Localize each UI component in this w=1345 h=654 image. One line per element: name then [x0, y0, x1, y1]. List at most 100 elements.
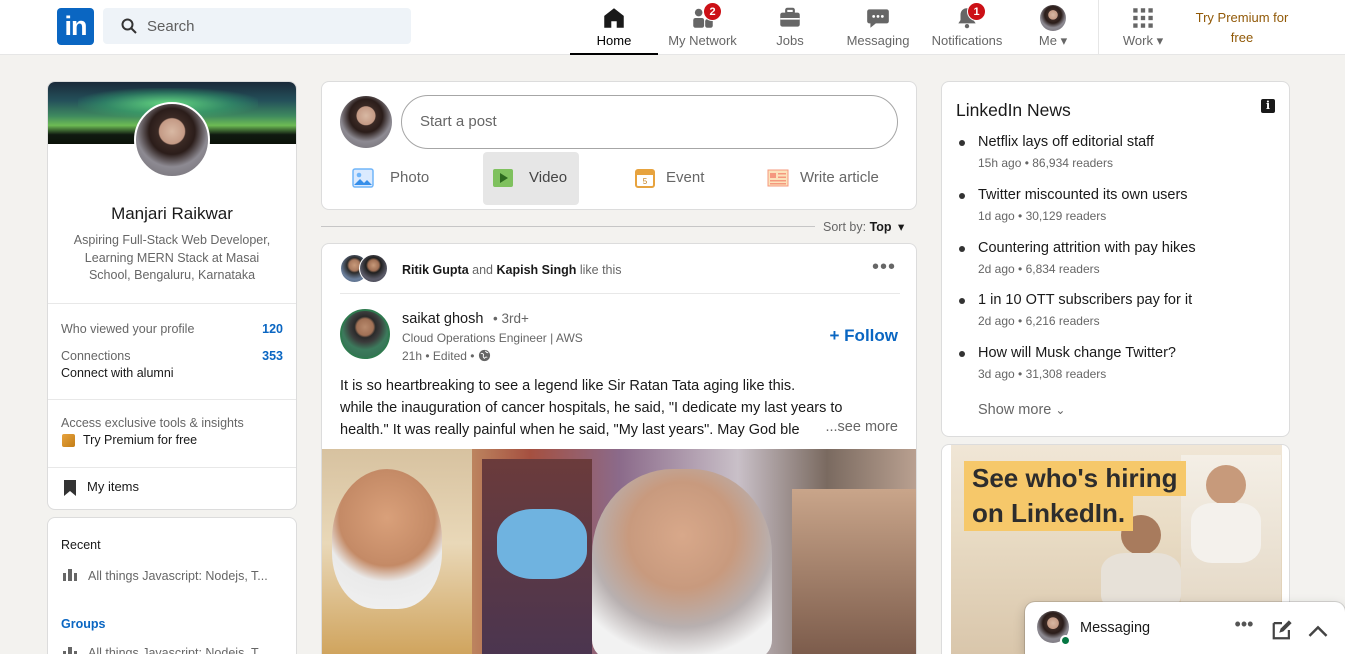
- more-options-icon[interactable]: •••: [1233, 614, 1255, 636]
- nav-home[interactable]: Home: [570, 0, 658, 55]
- photo-label: Photo: [390, 169, 430, 186]
- sort-divider: [321, 226, 815, 227]
- feed-post: Ritik Gupta and Kapish Singh like this •…: [321, 243, 917, 654]
- connections-label[interactable]: Connections: [61, 349, 131, 363]
- divider: [48, 303, 296, 304]
- author-title: Cloud Operations Engineer | AWS: [402, 331, 583, 345]
- groups-link[interactable]: Groups: [61, 617, 105, 631]
- briefcase-icon: [780, 7, 800, 27]
- nav-home-label: Home: [596, 33, 632, 48]
- linkedin-logo-icon[interactable]: in: [57, 8, 94, 45]
- composer-avatar[interactable]: [340, 96, 392, 148]
- messaging-icon: [867, 9, 889, 28]
- news-meta: 2d ago • 6,834 readers: [978, 262, 1100, 276]
- sort-by-dropdown[interactable]: Sort by: Top ▾: [823, 219, 904, 234]
- profile-name[interactable]: Manjari Raikwar: [48, 204, 296, 224]
- and-text: and: [472, 263, 494, 277]
- photo-icon: [352, 168, 374, 188]
- news-meta: 15h ago • 86,934 readers: [978, 156, 1113, 170]
- see-more-link[interactable]: ...see more: [819, 419, 898, 435]
- post-image[interactable]: [322, 449, 916, 654]
- post-text-line: while the inauguration of cancer hospita…: [340, 400, 843, 416]
- event-icon: 5: [635, 169, 655, 188]
- post-text-line: health." It was really painful when he s…: [340, 422, 800, 438]
- bullet-icon: [959, 246, 965, 252]
- recent-card: Recent All things Javascript: Nodejs, T.…: [47, 517, 297, 654]
- nav-my-network[interactable]: 2 My Network: [660, 0, 745, 55]
- divider: [48, 467, 296, 468]
- liker-name[interactable]: Ritik Gupta: [402, 263, 469, 277]
- sort-by-value: Top: [869, 220, 892, 234]
- nav-notifications[interactable]: 1 Notifications: [925, 0, 1009, 55]
- nav-jobs[interactable]: Jobs: [750, 0, 830, 55]
- liker-name[interactable]: Kapish Singh: [497, 263, 577, 277]
- event-button[interactable]: 5 Event: [622, 152, 722, 205]
- chevron-down-icon: ⌄: [1055, 403, 1066, 417]
- top-navigation: in Search Home 2 My Network Jobs Messagi…: [0, 0, 1345, 55]
- video-label: Video: [529, 169, 568, 186]
- article-icon: [767, 169, 789, 187]
- social-activity-text: Ritik Gupta and Kapish Singh like this: [402, 263, 622, 277]
- me-avatar: [1040, 5, 1066, 31]
- profile-headline: Aspiring Full-Stack Web Developer, Learn…: [73, 233, 271, 282]
- bullet-icon: [959, 351, 965, 357]
- connections-count[interactable]: 353: [262, 349, 283, 363]
- write-article-label: Write article: [800, 169, 879, 186]
- premium-note: Access exclusive tools & insights: [61, 416, 244, 430]
- online-status-icon: [1060, 635, 1071, 646]
- start-post-button[interactable]: Start a post: [401, 95, 898, 149]
- news-headline: Countering attrition with pay hikes: [978, 240, 1196, 256]
- post-time-text: 21h • Edited •: [402, 349, 475, 363]
- nav-my-network-label: My Network: [668, 33, 737, 48]
- bullet-icon: [959, 140, 965, 146]
- news-meta: 3d ago • 31,308 readers: [978, 367, 1107, 381]
- search-input[interactable]: Search: [103, 8, 411, 44]
- premium-icon: [62, 434, 75, 447]
- messaging-label[interactable]: Messaging: [1080, 620, 1150, 636]
- post-timestamp: 21h • Edited •: [402, 349, 491, 363]
- sort-by-label: Sort by:: [823, 220, 867, 234]
- author-avatar[interactable]: [340, 309, 390, 359]
- bullet-icon: [959, 193, 965, 199]
- profile-avatar[interactable]: [134, 102, 210, 178]
- post-text-line: It is so heartbreaking to see a legend l…: [340, 378, 796, 394]
- messaging-overlay[interactable]: Messaging •••: [1025, 602, 1345, 654]
- follow-button[interactable]: + Follow: [830, 326, 899, 346]
- try-premium-button[interactable]: Try Premium for free: [83, 433, 197, 447]
- profile-views-count[interactable]: 120: [262, 322, 283, 336]
- video-icon: [493, 169, 513, 187]
- compose-icon[interactable]: [1271, 619, 1293, 641]
- nav-me[interactable]: Me ▾: [1020, 0, 1086, 55]
- video-button[interactable]: Video: [483, 152, 579, 205]
- chevron-down-icon: ▾: [1156, 33, 1164, 48]
- nav-notifications-label: Notifications: [931, 33, 1003, 48]
- group-icon: [63, 569, 77, 581]
- recent-item[interactable]: All things Javascript: Nodejs, T...: [88, 569, 268, 583]
- info-icon[interactable]: i: [1261, 99, 1275, 113]
- globe-icon: [478, 349, 490, 362]
- profile-views-label[interactable]: Who viewed your profile: [61, 322, 194, 336]
- write-article-button[interactable]: Write article: [757, 152, 897, 205]
- bullet-icon: [959, 298, 965, 304]
- try-premium-link[interactable]: Try Premium for free: [1186, 8, 1298, 48]
- nav-messaging[interactable]: Messaging: [838, 0, 918, 55]
- grid-icon: [1133, 8, 1153, 28]
- follow-label: Follow: [844, 326, 898, 345]
- nav-me-label: Me ▾: [1020, 33, 1086, 49]
- chevron-up-icon[interactable]: [1307, 620, 1329, 642]
- liker-avatar[interactable]: [359, 254, 388, 283]
- ad-headline: on LinkedIn.: [964, 496, 1134, 531]
- photo-button[interactable]: Photo: [342, 152, 452, 205]
- news-headline: Netflix lays off editorial staff: [978, 134, 1154, 150]
- show-more-button[interactable]: Show more ⌄: [978, 402, 1065, 418]
- connect-alumni-link[interactable]: Connect with alumni: [61, 366, 174, 380]
- author-name[interactable]: saikat ghosh: [402, 311, 483, 327]
- my-items-link[interactable]: My items: [87, 479, 139, 494]
- like-this-text: like this: [579, 263, 622, 277]
- news-headline: Twitter miscounted its own users: [978, 187, 1188, 203]
- connection-degree: • 3rd+: [493, 311, 529, 326]
- nav-work[interactable]: Work ▾: [1108, 0, 1178, 55]
- more-options-icon[interactable]: •••: [872, 256, 896, 279]
- bookmark-icon: [64, 480, 76, 496]
- group-item[interactable]: All things Javascript: Nodejs, T...: [88, 646, 268, 654]
